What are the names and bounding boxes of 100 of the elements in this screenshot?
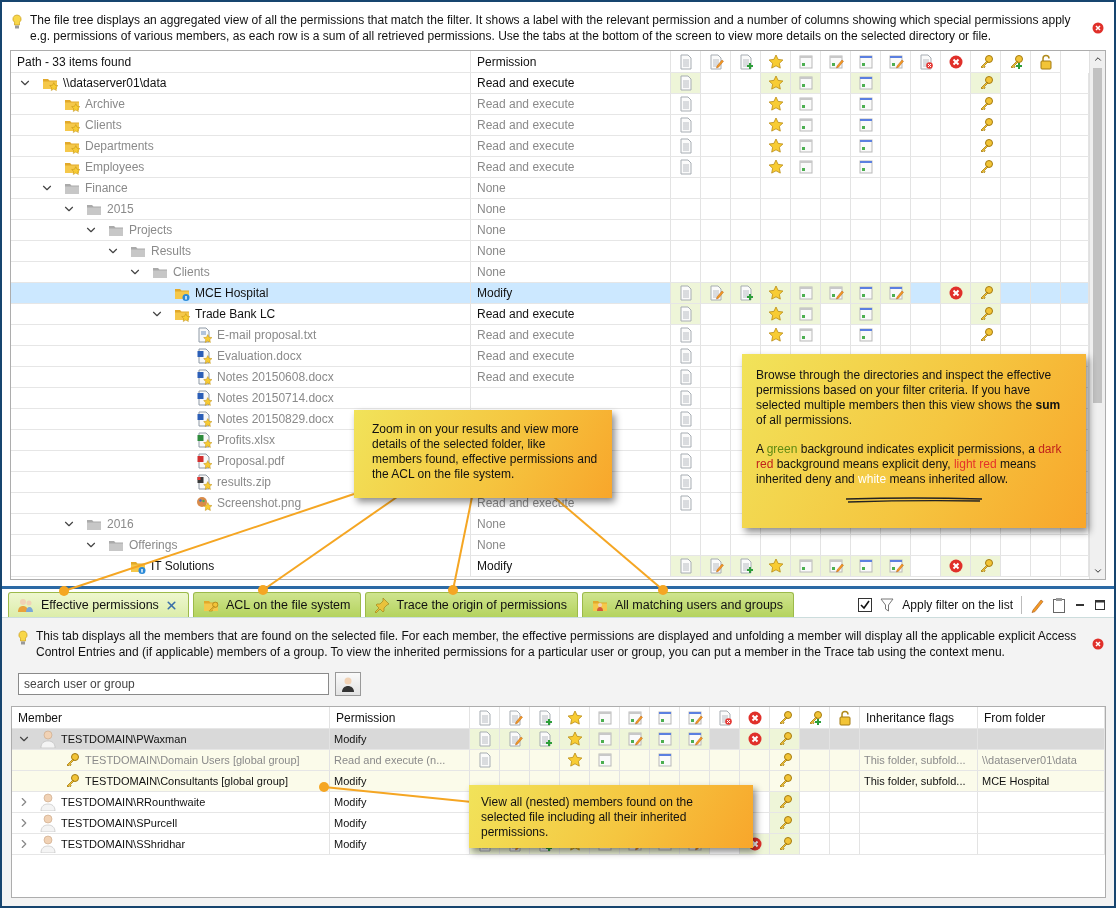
column-header[interactable]: Path - 33 items found: [17, 54, 132, 69]
member-name: TESTDOMAIN\RRounthwaite: [61, 796, 206, 808]
document-icon: [476, 709, 493, 726]
spreadsheet-file-icon: [195, 432, 213, 448]
archive-file-icon: [195, 474, 213, 490]
permission-text: Read and execute: [477, 349, 575, 363]
pdf-file-icon: [195, 453, 213, 469]
member-name: TESTDOMAIN\Consultants [global group]: [85, 775, 288, 787]
document-delete-icon: [917, 53, 934, 70]
pin-icon: [374, 597, 391, 613]
document-delete-icon: [716, 709, 733, 726]
filter-icon[interactable]: [880, 598, 895, 612]
tree-row[interactable]: MCE Hospital Modify: [11, 283, 1089, 304]
user-search-button[interactable]: [335, 672, 361, 696]
user-icon: [40, 730, 56, 748]
word-file-icon: [195, 411, 213, 427]
padlock-icon: [1037, 53, 1054, 70]
padlock-icon: [836, 709, 853, 726]
item-name: results.zip: [217, 475, 272, 489]
tree-row[interactable]: Results None: [11, 241, 1089, 262]
lightbulb-icon: [18, 630, 28, 646]
item-name: Archive: [85, 97, 125, 111]
image-file-icon: [195, 495, 213, 511]
item-name: Departments: [85, 139, 154, 153]
lightbulb-icon: [12, 14, 22, 30]
member-row[interactable]: TESTDOMAIN\Domain Users [global group] Read and execute (n... This folder, subfold... \\dataserver01\data: [12, 750, 1105, 771]
tree-row[interactable]: Projects None: [11, 220, 1089, 241]
tab[interactable]: Effective permissions: [8, 592, 189, 617]
tree-row[interactable]: IT Solutions Modify: [11, 556, 1089, 577]
form-icon: [656, 709, 673, 726]
close-icon[interactable]: [1092, 22, 1104, 34]
tree-row[interactable]: E-mail proposal.txt Read and execute: [11, 325, 1089, 346]
word-file-icon: [195, 390, 213, 406]
column-header[interactable]: Member: [18, 710, 62, 725]
info-text: The file tree displays an aggregated view of all the permissions that match the filter. It shows a label with the relevant permission and a number of columns showing which special permissions apply e.g. permissions of various members, as each row is a sum of all retrieved permissions. Use the tabs at the bottom of the screen to view more details on the selected directory or file.: [30, 12, 1072, 44]
scroll-up-icon[interactable]: [1092, 54, 1103, 64]
from-folder: MCE Hospital: [982, 775, 1050, 787]
user-icon: [40, 793, 56, 811]
permission-text: Modify: [334, 733, 367, 745]
item-name: Notes 20150714.docx: [217, 391, 334, 405]
permission-text: Read and execute (n...: [334, 754, 446, 766]
search-field[interactable]: search user or group: [18, 673, 329, 695]
column-header[interactable]: From folder: [984, 710, 1046, 725]
column-header[interactable]: Inheritance flags: [866, 710, 955, 725]
key-icon: [64, 773, 80, 789]
tree-row[interactable]: Departments Read and execute: [11, 136, 1089, 157]
inheritance-flags: This folder, subfold...: [864, 775, 966, 787]
tab[interactable]: ACL on the file system: [192, 592, 362, 617]
tree-row[interactable]: Archive Read and execute: [11, 94, 1089, 115]
member-row[interactable]: TESTDOMAIN\PWaxman Modify: [12, 729, 1105, 750]
tree-row[interactable]: Employees Read and execute: [11, 157, 1089, 178]
tree-row[interactable]: Trade Bank LC Read and execute: [11, 304, 1089, 325]
tree-row[interactable]: Clients Read and execute: [11, 115, 1089, 136]
inheritance-flags: This folder, subfold...: [864, 754, 966, 766]
item-name: 2016: [107, 517, 134, 531]
clipboard-icon[interactable]: [1052, 597, 1066, 613]
pencil-icon[interactable]: [1030, 597, 1044, 613]
close-icon[interactable]: [164, 598, 178, 612]
permission-text: Modify: [477, 559, 513, 573]
item-name: Employees: [85, 160, 145, 174]
member-name: TESTDOMAIN\SShridhar: [61, 838, 186, 850]
permission-text: Modify: [477, 286, 513, 300]
deny-icon: [947, 53, 964, 70]
users-icon: [17, 597, 35, 613]
permission-text: None: [477, 202, 506, 216]
key-icon: [64, 752, 80, 768]
permission-text: None: [477, 265, 506, 279]
tab[interactable]: All matching users and groups: [581, 592, 795, 617]
checkbox[interactable]: [858, 598, 873, 612]
word-file-icon: [195, 369, 213, 385]
close-icon[interactable]: [1092, 638, 1104, 650]
star-icon: [767, 53, 784, 70]
permission-text: None: [477, 517, 506, 531]
tree-row[interactable]: Finance None: [11, 178, 1089, 199]
scrollbar[interactable]: [1089, 51, 1105, 579]
filter-label[interactable]: Apply filter on the list: [902, 598, 1013, 612]
permission-text: Read and execute: [477, 118, 575, 132]
item-name: MCE Hospital: [195, 286, 269, 300]
item-name: Finance: [85, 181, 128, 195]
permission-text: Read and execute: [477, 139, 575, 153]
maximize-icon[interactable]: [1094, 599, 1106, 611]
tab[interactable]: Trace the origin of permissions: [365, 592, 578, 617]
permission-text: None: [477, 223, 506, 237]
scrollbar-thumb[interactable]: [1093, 68, 1102, 403]
column-header[interactable]: Permission: [477, 54, 537, 69]
permission-text: None: [477, 244, 506, 258]
permission-text: Read and execute: [477, 307, 575, 321]
tree-row[interactable]: 2015 None: [11, 199, 1089, 220]
star-icon: [566, 709, 583, 726]
tree-row[interactable]: \\dataserver01\data Read and execute: [11, 73, 1089, 94]
document-pencil-icon: [707, 53, 724, 70]
form-pencil-icon: [887, 53, 904, 70]
item-name: Clients: [173, 265, 210, 279]
user-icon: [341, 676, 355, 692]
info-text: This tab displays all the members that are found on the selected file. For each member, the effective permissions are displayed and unfolding a member will display all the applicable explicit Access Control Entries and (if applicable) members of a group. To view the inherited permissions for a particular user or group, you can put a member in the Trace tab using the context menu.: [36, 628, 1078, 660]
item-name: E-mail proposal.txt: [217, 328, 317, 342]
column-header[interactable]: Permission: [336, 710, 396, 725]
item-name: \\dataserver01\data: [63, 76, 167, 90]
item-name: Projects: [129, 223, 173, 237]
scroll-down-icon[interactable]: [1092, 566, 1103, 576]
